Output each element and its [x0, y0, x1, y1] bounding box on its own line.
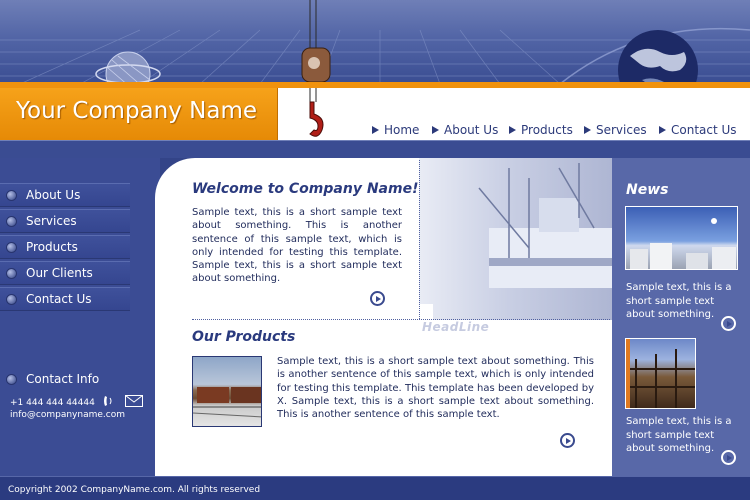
nav-products-label: Products — [521, 123, 573, 137]
phone-icon — [103, 396, 112, 406]
train-image — [193, 387, 261, 418]
welcome-text: Sample text, this is a short sample text… — [192, 207, 402, 285]
earth-icon — [618, 30, 698, 84]
arrow-right-icon — [372, 126, 379, 134]
arrow-right-icon — [584, 126, 591, 134]
welcome-more-button[interactable] — [370, 291, 385, 306]
sidebar-item-label: Services — [26, 214, 77, 228]
crane-hook-icon — [309, 88, 324, 137]
news-more-button[interactable] — [721, 450, 736, 465]
products-title: Our Products — [192, 329, 296, 345]
sidebar-item-label: About Us — [26, 188, 81, 202]
sidebar-item-contact-us[interactable]: Contact Us — [0, 287, 130, 311]
train-photo — [192, 356, 262, 427]
headline-label: HeadLine — [422, 320, 490, 334]
sidebar-item-services[interactable]: Services — [0, 209, 130, 233]
sidebar-item-label: Products — [26, 240, 78, 254]
sidebar-item-products[interactable]: Products — [0, 235, 130, 259]
news-photo-tanks — [625, 206, 738, 270]
news-title: News — [626, 182, 669, 198]
content-divider — [192, 319, 610, 320]
grid-background-graphic — [0, 0, 750, 84]
mail-icon[interactable] — [124, 395, 143, 407]
contact-info-title: Contact Info — [26, 372, 100, 386]
products-more-button[interactable] — [560, 433, 575, 448]
nav-products[interactable]: Products — [509, 123, 573, 137]
welcome-title: Welcome to Company Name! — [192, 181, 419, 197]
sidebar-item-about-us[interactable]: About Us — [0, 183, 130, 207]
nav-about-us-label: About Us — [444, 123, 499, 137]
content-divider-vertical — [419, 160, 420, 319]
header-banner — [0, 0, 750, 84]
construction-image — [626, 339, 695, 408]
arrow-right-icon — [659, 126, 666, 134]
ship-photo — [419, 158, 612, 320]
nav-about-us[interactable]: About Us — [432, 123, 498, 137]
bullet-icon — [6, 190, 17, 201]
nav-home[interactable]: Home — [372, 123, 419, 137]
bullet-icon — [6, 374, 17, 385]
sidebar-item-our-clients[interactable]: Our Clients — [0, 261, 130, 285]
header-strip — [0, 140, 750, 158]
page: Your Company Name Home About Us Products… — [0, 0, 750, 500]
tanks-image — [630, 218, 736, 269]
company-name: Your Company Name — [16, 98, 257, 124]
globe-icon — [95, 51, 161, 84]
crane-hook-icon — [301, 0, 331, 83]
bullet-icon — [6, 294, 17, 305]
contact-phone-number: +1 444 444 44444 — [10, 398, 95, 408]
contact-phone: +1 444 444 44444 — [10, 395, 143, 408]
nav-home-label: Home — [384, 123, 420, 137]
news-item-text: Sample text, this is a short sample text… — [626, 282, 732, 320]
nav-services-label: Services — [596, 123, 647, 137]
products-text: Sample text, this is a short sample text… — [277, 356, 594, 421]
news-photo-construction — [625, 338, 696, 409]
copyright-text: Copyright 2002 CompanyName.com. All righ… — [8, 485, 261, 495]
news-item-text: Sample text, this is a short sample text… — [626, 416, 732, 454]
nav-contact-us[interactable]: Contact Us — [659, 123, 737, 137]
arrow-right-icon — [432, 126, 439, 134]
bullet-icon — [6, 216, 17, 227]
sidebar-item-label: Our Clients — [26, 266, 93, 280]
nav-services[interactable]: Services — [584, 123, 647, 137]
ship-image — [419, 163, 612, 320]
sidebar-item-label: Contact Us — [26, 292, 92, 306]
contact-email[interactable]: info@companyname.com — [10, 410, 125, 420]
bullet-icon — [6, 268, 17, 279]
arrow-right-icon — [509, 126, 516, 134]
news-more-button[interactable] — [721, 316, 736, 331]
bullet-icon — [6, 242, 17, 253]
nav-contact-us-label: Contact Us — [671, 123, 737, 137]
